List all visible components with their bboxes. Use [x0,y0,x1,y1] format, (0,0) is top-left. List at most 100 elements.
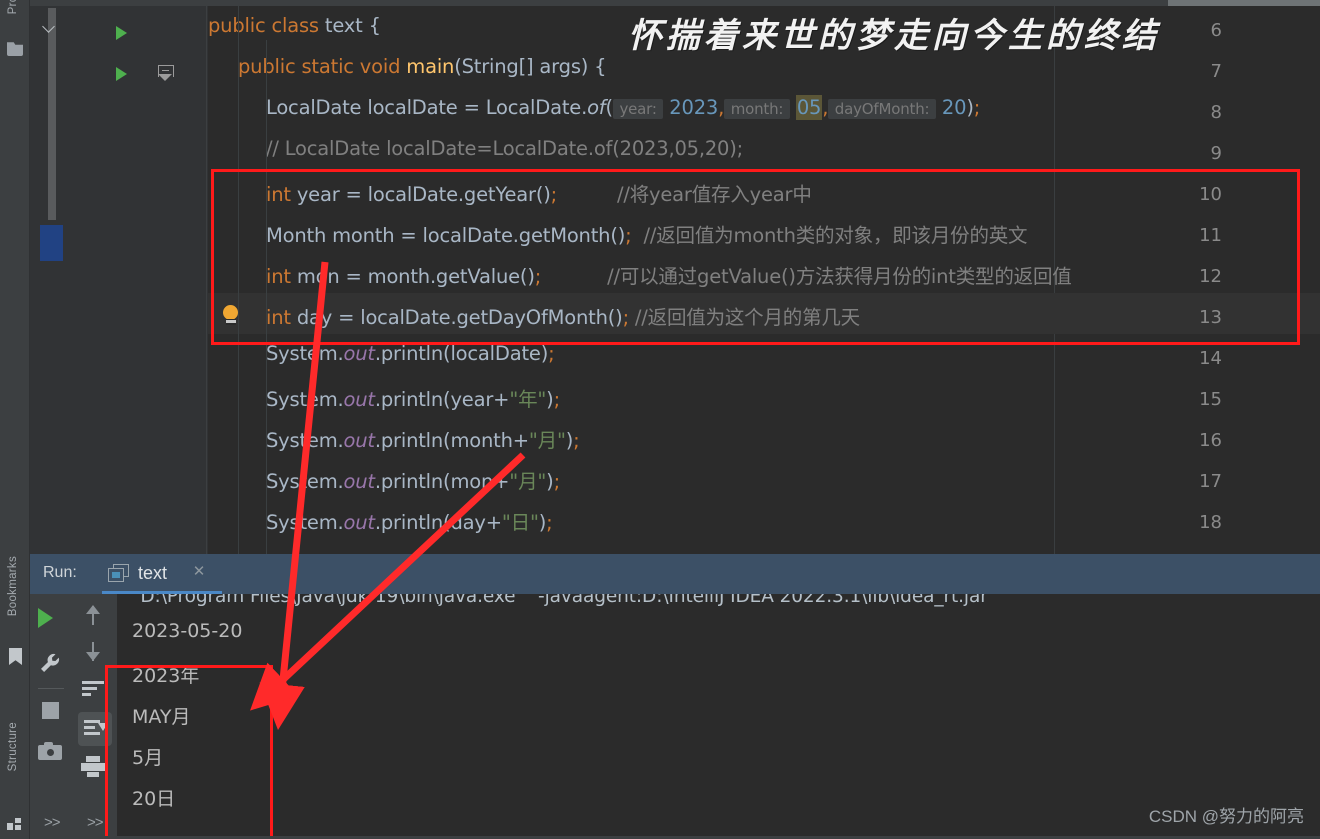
chevron-down-icon[interactable] [43,21,55,33]
folder-icon[interactable] [7,42,23,56]
code-token: 05 [795,95,823,120]
run-toolbar-secondary: >> [73,594,117,839]
code-line-8[interactable]: LocalDate localDate = LocalDate.of( year… [266,95,980,120]
code-line-13[interactable]: int day = localDate.getDayOfMonth(); //返… [266,301,860,330]
code-token: out [343,511,376,534]
code-token: ; [573,429,580,452]
code-line-10[interactable]: int year = localDate.getYear(); //将year值… [266,178,812,207]
code-token: ( [605,96,613,119]
code-token: int [266,183,297,206]
soft-wrap-button[interactable] [81,679,107,705]
code-line-15[interactable]: System.out.println(year+"年"); [266,383,560,412]
sidebar-item-bookmarks[interactable]: Bookmarks [7,556,19,616]
code-line-12[interactable]: int mon = month.getValue(); //可以通过getVal… [266,260,1072,289]
code-token: .println(day+ [374,511,502,534]
code-token: year = localDate.getYear() [296,183,551,206]
tab-label: text [138,563,168,583]
run-tool-window: Run: text ✕ >> >> "D:\Program Files\Java… [30,554,1320,839]
code-token: 20 [941,96,967,119]
editor-code-area[interactable]: public class text { public static void ma… [208,6,1320,554]
play-icon [38,608,53,628]
code-token: out [343,429,376,452]
console-output-line: 2023年 [132,665,200,687]
prev-occurrence-button[interactable] [83,604,109,630]
code-token: ; [546,511,553,534]
console-output-line: 5月 [132,747,164,769]
line-number-17: 17 [1199,471,1222,492]
indent-guide-0 [238,6,239,554]
console-output-line: 20日 [132,788,176,810]
code-token: out [343,342,376,365]
line-number-16: 16 [1199,430,1222,451]
code-token: // LocalDate localDate=LocalDate.of(2023… [266,137,744,160]
code-token: System. [266,511,344,534]
code-token: mon = month.getValue() [296,265,535,288]
run-gutter-icon[interactable] [116,67,127,81]
run-gutter-icon[interactable] [116,26,127,40]
line-number-11: 11 [1199,225,1222,246]
sidebar-item-structure[interactable]: Structure [7,722,19,771]
code-token: "年" [509,388,547,411]
editor-vertical-scrollbar[interactable] [48,8,56,220]
rerun-button[interactable] [38,608,64,634]
editor-gutter[interactable] [63,6,208,554]
code-line-18[interactable]: System.out.println(day+"日"); [266,506,553,535]
code-token: day = localDate.getDayOfMonth() [296,306,623,329]
code-token: //可以通过getValue()方法获得月份的int类型的返回值 [541,265,1072,288]
sidebar-item-project[interactable]: Proje [7,0,19,14]
code-token: Month month = localDate.getMonth() [266,224,626,247]
line-number-18: 18 [1199,512,1222,533]
code-token: ; [548,342,555,365]
code-token: month: [724,99,790,119]
code-line-16[interactable]: System.out.println(month+"月"); [266,424,580,453]
code-token: public [208,14,272,37]
code-token: public static void [238,55,407,78]
gutter-divider [206,6,207,554]
code-token: ; [553,470,561,493]
wrench-icon [41,653,60,672]
scroll-to-end-button[interactable] [78,712,112,746]
code-line-14[interactable]: System.out.println(localDate); [266,342,555,365]
code-token: text [324,14,363,37]
structure-icon[interactable] [7,815,23,831]
intention-bulb-icon[interactable] [222,305,239,327]
code-token: ) [966,96,974,119]
close-icon[interactable]: ✕ [192,564,206,579]
code-fold-icon[interactable] [158,65,174,81]
print-button[interactable] [81,756,107,782]
bookmark-icon[interactable] [9,648,22,665]
watermark-top: 怀揣着来世的梦走向今生的终结 [628,16,1160,56]
run-toolbar-primary: >> [30,594,72,839]
more-actions-button-2[interactable]: >> [87,814,104,831]
console-output[interactable]: "D:\Program Files\Java\jdk-19\bin\java.e… [117,594,1320,839]
screenshot-button[interactable] [38,742,64,768]
code-token: System. [266,470,344,493]
camera-icon [38,742,62,760]
code-token: System. [266,429,344,452]
settings-button[interactable] [37,650,63,676]
stop-button[interactable] [42,702,68,728]
code-editor[interactable]: public class text { public static void ma… [30,6,1320,554]
next-occurrence-button[interactable] [83,640,109,666]
line-number-8: 8 [1210,102,1222,123]
code-token: { [362,14,381,37]
code-line-9[interactable]: // LocalDate localDate=LocalDate.of(2023… [266,137,743,160]
code-token: "日" [501,511,539,534]
code-line-11[interactable]: Month month = localDate.getMonth(); //返回… [266,219,1028,248]
watermark-csdn: CSDN @努力的阿亮 [1148,807,1304,826]
line-number-15: 15 [1199,389,1222,410]
code-line-6[interactable]: public class text { [208,14,381,37]
code-token: System. [266,342,344,365]
code-line-17[interactable]: System.out.println(mon+"月"); [266,465,560,494]
editor-selection-marker [40,225,63,261]
run-tool-window-header: Run: text ✕ [30,554,1320,594]
line-number-14: 14 [1199,348,1222,369]
line-number-6: 6 [1210,20,1222,41]
more-actions-button[interactable]: >> [44,814,61,831]
console-output-line: MAY月 [132,706,191,728]
run-configuration-icon [108,564,129,582]
code-token: .println(year+ [374,388,510,411]
code-line-7[interactable]: public static void main(String[] args) { [238,55,607,78]
code-token: "月" [509,470,547,493]
